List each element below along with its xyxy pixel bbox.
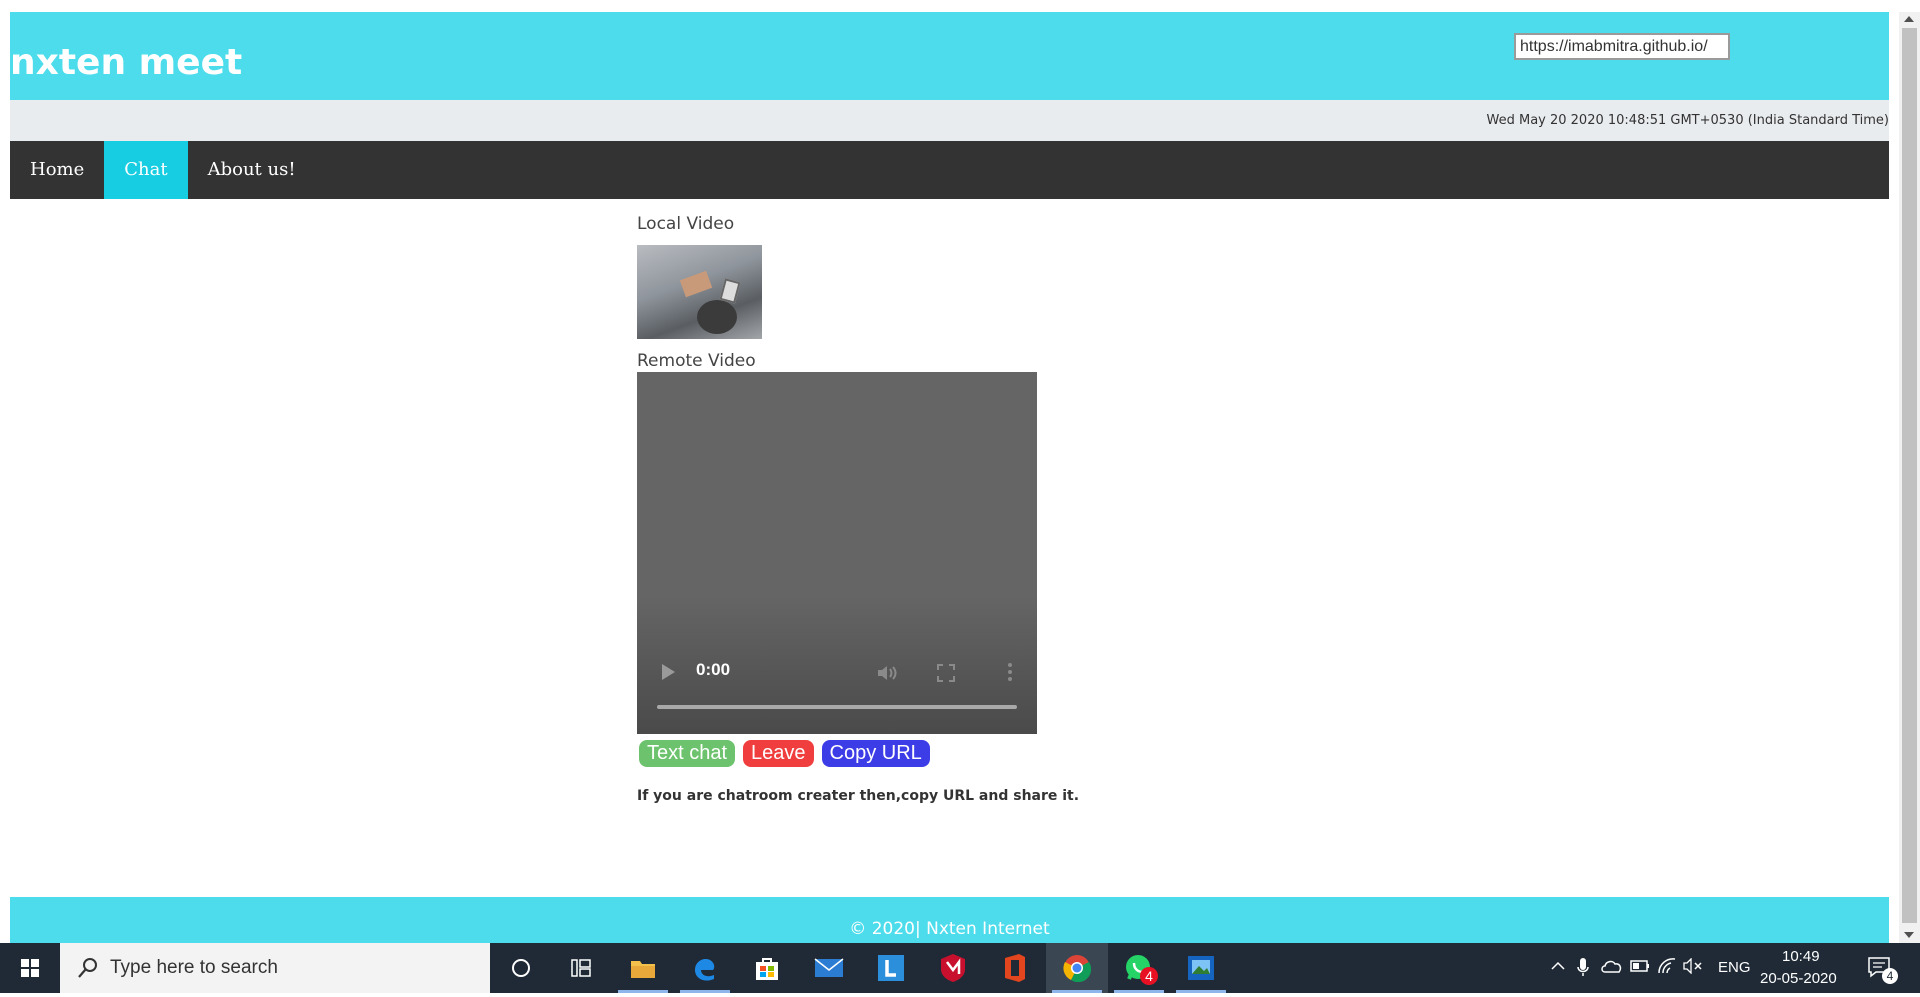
share-hint: If you are chatroom creater then,copy UR…: [637, 788, 1080, 804]
video-progress-bar[interactable]: [657, 705, 1017, 709]
url-input[interactable]: https://imabmitra.github.io/: [1514, 33, 1730, 60]
volume-muted-icon[interactable]: [1683, 958, 1703, 974]
fullscreen-icon[interactable]: [937, 664, 955, 682]
mail-icon[interactable]: [798, 943, 860, 993]
whatsapp-badge: 4: [1140, 967, 1158, 985]
windows-taskbar: Type here to search 4 ENG 10:49 20-05-20…: [0, 943, 1920, 993]
browser-viewport: nxten meet https://imabmitra.github.io/ …: [0, 0, 1920, 943]
edge-icon[interactable]: [674, 943, 736, 993]
windows-logo-icon: [21, 959, 39, 977]
clock-date[interactable]: 20-05-2020: [1760, 970, 1837, 987]
cortana-icon[interactable]: [490, 943, 552, 993]
chevron-up-icon[interactable]: [1551, 961, 1565, 971]
system-tray: ENG 10:49 20-05-2020 4: [1520, 943, 1920, 993]
leave-button[interactable]: Leave: [743, 740, 814, 767]
main-nav: Home Chat About us!: [10, 141, 1889, 199]
remote-video-player[interactable]: 0:00: [637, 372, 1037, 734]
more-options-icon[interactable]: [1007, 662, 1013, 682]
app-l-icon[interactable]: [860, 943, 922, 993]
date-strip: Wed May 20 2020 10:48:51 GMT+0530 (India…: [10, 100, 1889, 141]
file-explorer-icon[interactable]: [612, 943, 674, 993]
battery-icon[interactable]: [1630, 960, 1650, 972]
nav-about-us[interactable]: About us!: [188, 141, 316, 199]
copy-url-button[interactable]: Copy URL: [821, 740, 930, 767]
current-datetime: Wed May 20 2020 10:48:51 GMT+0530 (India…: [1486, 113, 1890, 128]
site-title: nxten meet: [10, 42, 243, 83]
wifi-icon[interactable]: [1657, 957, 1677, 975]
language-indicator[interactable]: ENG: [1718, 959, 1751, 976]
clock-time[interactable]: 10:49: [1782, 948, 1820, 965]
search-icon: [78, 958, 97, 978]
text-chat-button[interactable]: Text chat: [639, 740, 736, 767]
whatsapp-icon[interactable]: 4: [1108, 943, 1170, 993]
site-footer: © 2020| Nxten Internet: [10, 897, 1889, 943]
notification-count: 4: [1882, 968, 1898, 984]
search-placeholder: Type here to search: [110, 957, 278, 978]
footer-copyright: © 2020| Nxten Internet: [849, 919, 1050, 939]
vertical-scrollbar[interactable]: [1899, 12, 1920, 943]
scroll-thumb[interactable]: [1902, 28, 1917, 923]
taskbar-search[interactable]: Type here to search: [60, 943, 490, 993]
mcafee-icon[interactable]: [922, 943, 984, 993]
scroll-down-arrow-icon[interactable]: [1904, 932, 1914, 938]
local-video: [637, 245, 762, 339]
local-video-label: Local Video: [637, 214, 735, 234]
video-time: 0:00: [696, 660, 731, 679]
site-header: nxten meet https://imabmitra.github.io/: [10, 12, 1889, 100]
photos-icon[interactable]: [1170, 943, 1232, 993]
start-button[interactable]: [0, 943, 60, 993]
remote-video-label: Remote Video: [637, 351, 756, 371]
microphone-icon[interactable]: [1577, 957, 1589, 977]
onedrive-icon[interactable]: [1601, 958, 1623, 974]
nav-chat[interactable]: Chat: [104, 141, 188, 199]
chrome-icon[interactable]: [1046, 943, 1108, 993]
task-view-icon[interactable]: [550, 943, 612, 993]
nav-home[interactable]: Home: [10, 141, 104, 199]
office-icon[interactable]: [984, 943, 1046, 993]
volume-icon[interactable]: [877, 664, 899, 682]
play-icon[interactable]: [662, 664, 675, 680]
store-icon[interactable]: [736, 943, 798, 993]
scroll-up-arrow-icon[interactable]: [1904, 16, 1914, 22]
action-buttons: Text chat Leave Copy URL: [639, 740, 930, 767]
